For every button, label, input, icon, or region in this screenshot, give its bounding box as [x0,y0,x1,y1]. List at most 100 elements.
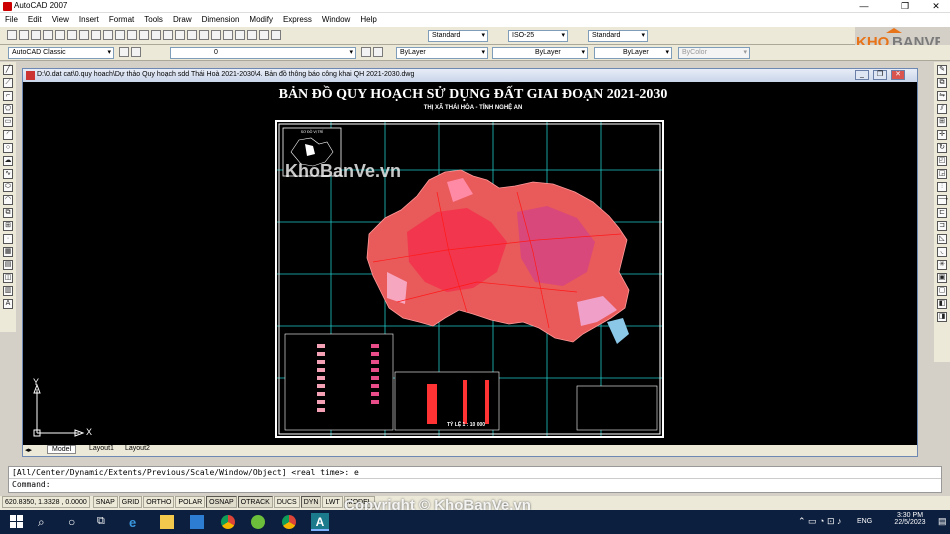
point-icon[interactable]: · [3,234,13,244]
polygon-icon[interactable]: ⬠ [3,104,13,114]
scale-icon[interactable]: ◰ [937,156,947,166]
workspace-settings-icon[interactable] [119,47,129,57]
table-icon[interactable]: ▥ [3,286,13,296]
layer-off-icon[interactable]: ◨ [937,312,947,322]
open-icon[interactable] [19,30,29,40]
menu-help[interactable]: Help [355,13,381,24]
snap-button[interactable]: SNAP [92,496,118,508]
doc-close-icon[interactable]: ✕ [891,70,905,80]
menu-tools[interactable]: Tools [139,13,168,24]
cortana-icon[interactable]: ○ [68,515,82,529]
extend-icon[interactable]: ⟶ [937,195,948,205]
cut-icon[interactable] [79,30,89,40]
search-icon[interactable]: ⌕ [38,515,52,529]
layer-manager-icon[interactable] [131,47,141,57]
circle-icon[interactable]: ○ [3,143,13,153]
doc-minimize-icon[interactable]: _ [855,70,869,80]
maximize-icon[interactable]: ❐ [891,0,919,13]
gradient-icon[interactable]: ▤ [3,260,13,270]
join-icon[interactable]: ⊐ [937,221,947,231]
toolpalette-icon[interactable] [223,30,233,40]
copy-icon[interactable] [91,30,101,40]
sheetset-icon[interactable] [235,30,245,40]
tray-icons[interactable]: ⌃ ▭ ◔ ⊡ ♪ [798,516,842,527]
command-window[interactable]: [All/Center/Dynamic/Extents/Previous/Sca… [8,466,942,493]
lwt-button[interactable]: LWT [322,496,343,508]
menu-edit[interactable]: Edit [23,13,47,24]
mirror-icon[interactable]: ⇋ [937,91,947,101]
osnap-button[interactable]: OSNAP [206,496,237,508]
publish-icon[interactable] [67,30,77,40]
menu-window[interactable]: Window [317,13,355,24]
edge-icon[interactable]: e [129,515,143,530]
fillet-icon[interactable]: ◟ [937,247,947,257]
chrome-2-icon[interactable] [282,515,296,529]
dyn-button[interactable]: DYN [300,496,322,508]
insert-block-icon[interactable]: ⧉ [3,208,13,218]
group-icon[interactable]: ▢ [937,286,947,296]
array-icon[interactable]: ⊞ [937,117,947,127]
break-icon[interactable]: ⊏ [937,208,947,218]
command-prompt[interactable]: Command: [9,478,941,490]
spline-icon[interactable]: ∿ [3,169,13,179]
polyline-icon[interactable]: ⌐ [3,91,13,101]
tab-model[interactable]: Model [47,445,77,454]
stretch-icon[interactable]: ◲ [937,169,947,179]
close-icon[interactable]: ✕ [922,0,950,13]
mtext-icon[interactable]: A [3,299,13,309]
explode-icon[interactable]: ✳ [937,260,947,270]
offset-icon[interactable]: ⫽ [937,104,947,114]
ellipse-arc-icon[interactable]: ◠ [3,195,13,205]
notification-icon[interactable]: ▤ [938,516,947,527]
menu-format[interactable]: Format [104,13,139,24]
markup-icon[interactable] [247,30,257,40]
paste-icon[interactable] [103,30,113,40]
table-style-select[interactable]: Standard [588,30,648,42]
plotstyle-select[interactable]: ByColor [678,47,750,59]
new-icon[interactable] [7,30,17,40]
chamfer-icon[interactable]: ◺ [937,234,947,244]
workspace-select[interactable]: AutoCAD Classic [8,47,114,59]
zoom-previous-icon[interactable] [187,30,197,40]
plot-icon[interactable] [43,30,53,40]
zoom-window-icon[interactable] [175,30,185,40]
doc-restore-icon[interactable]: ❐ [873,70,887,80]
menu-file[interactable]: File [0,13,23,24]
pan-icon[interactable] [151,30,161,40]
linetype-select[interactable]: ByLayer [492,47,588,59]
help-icon[interactable] [271,30,281,40]
revcloud-icon[interactable]: ☁ [3,156,13,166]
properties-icon[interactable] [199,30,209,40]
clock[interactable]: 3:30 PM 22/5/2023 [885,512,935,526]
layer-previous-icon[interactable] [373,47,383,57]
minimize-icon[interactable]: — [850,0,878,13]
hatch-icon[interactable]: ▦ [3,247,13,257]
menu-modify[interactable]: Modify [244,13,278,24]
redo-icon[interactable] [139,30,149,40]
file-explorer-icon[interactable] [160,515,174,529]
menu-express[interactable]: Express [278,13,317,24]
move-icon[interactable]: ✛ [937,130,947,140]
quickcalc-icon[interactable] [259,30,269,40]
ducs-button[interactable]: DUCS [273,496,300,508]
chrome-icon[interactable] [221,515,235,529]
menu-view[interactable]: View [47,13,74,24]
ortho-button[interactable]: ORTHO [143,496,175,508]
autocad-taskbar-icon[interactable]: A [311,513,329,531]
tab-nav-icon[interactable]: ◂▸ [25,446,32,454]
designcenter-icon[interactable] [211,30,221,40]
menu-insert[interactable]: Insert [74,13,104,24]
windows-start-icon[interactable] [10,515,24,529]
line-icon[interactable]: ╱ [3,65,13,75]
tab-layout2[interactable]: Layout2 [121,445,154,452]
rectangle-icon[interactable]: ▭ [3,117,13,127]
menu-draw[interactable]: Draw [168,13,197,24]
tab-layout1[interactable]: Layout1 [85,445,118,452]
task-view-icon[interactable]: ⧉ [97,515,111,529]
layer-select[interactable]: 0 [170,47,356,59]
grid-button[interactable]: GRID [118,496,143,508]
construction-line-icon[interactable]: ⟋ [3,78,13,88]
menu-dimension[interactable]: Dimension [197,13,245,24]
coccoc-icon[interactable] [251,515,265,529]
dim-style-select[interactable]: ISO-25 [508,30,568,42]
